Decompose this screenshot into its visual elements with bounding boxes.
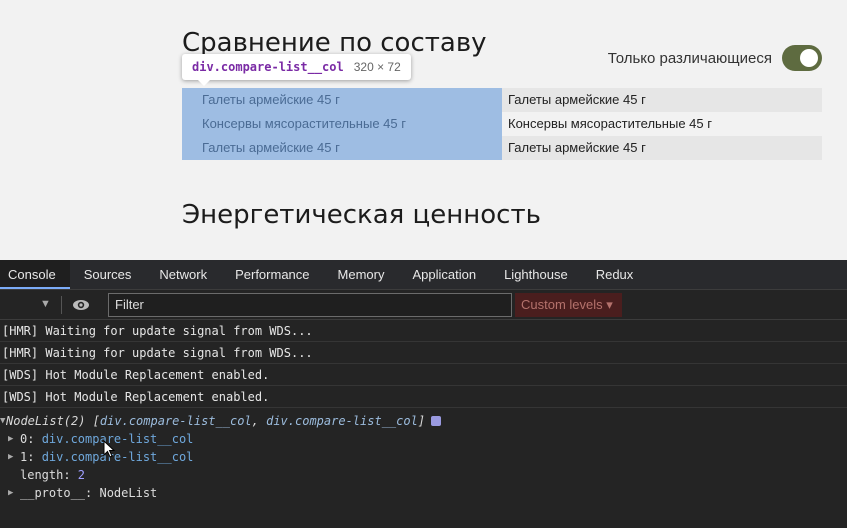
nodelist-length-key: length: <box>20 468 78 482</box>
toggle-knob <box>800 49 818 67</box>
collapsed-triangle-icon[interactable]: ▶ <box>8 430 13 448</box>
nodelist-header[interactable]: ▼ NodeList(2) [div.compare-list__col, di… <box>0 412 847 430</box>
compare-list: Галеты армейские 45 г Галеты армейские 4… <box>182 88 822 160</box>
compare-cell-right: Галеты армейские 45 г <box>502 136 822 160</box>
devtools-panel: Console Sources Network Performance Memo… <box>0 260 847 528</box>
tab-network[interactable]: Network <box>145 260 221 289</box>
nodelist-entry[interactable]: ▶ 0: div.compare-list__col <box>0 430 847 448</box>
console-message: [HMR] Waiting for update signal from WDS… <box>0 320 847 342</box>
nodelist-entry-value[interactable]: div.compare-list__col <box>42 450 194 464</box>
nodelist-entry[interactable]: ▶ 1: div.compare-list__col <box>0 448 847 466</box>
nodelist-proto-key: __proto__: <box>20 486 100 500</box>
compare-row: Консервы мясорастительные 45 г Консервы … <box>182 112 822 136</box>
console-filter-input[interactable]: Filter <box>108 293 512 317</box>
compare-cell-right: Галеты армейские 45 г <box>502 88 822 112</box>
nodelist-head-suffix: ] <box>417 414 426 428</box>
nodelist-entry-key: 1: <box>20 450 42 464</box>
console-message: [HMR] Waiting for update signal from WDS… <box>0 342 847 364</box>
highlight-dimensions: 320 × 72 <box>353 60 401 74</box>
highlight-selector: div.compare-list__col <box>192 60 344 74</box>
compare-cell-right: Консервы мясорастительные 45 г <box>502 112 822 136</box>
tab-application[interactable]: Application <box>398 260 490 289</box>
tab-redux[interactable]: Redux <box>582 260 648 289</box>
live-expression-eye-icon[interactable] <box>72 297 90 313</box>
nodelist-length: length: 2 <box>0 466 847 484</box>
nodelist-head-prefix: NodeList(2) [ <box>6 414 100 428</box>
nodelist-head-item: div.compare-list__col <box>266 414 418 428</box>
console-toolbar: ▼ Filter Custom levels ▾ <box>0 290 847 320</box>
page-viewport: Сравнение по составу Только различающиес… <box>0 0 847 260</box>
info-icon[interactable] <box>431 416 442 426</box>
diff-only-toggle-switch[interactable] <box>782 45 822 71</box>
nodelist-proto[interactable]: ▶ __proto__: NodeList <box>0 484 847 502</box>
devtools-tabbar: Console Sources Network Performance Memo… <box>0 260 847 290</box>
nodelist-length-value: 2 <box>77 468 86 482</box>
console-message: [WDS] Hot Module Replacement enabled. <box>0 386 847 408</box>
nodelist-head-item: div.compare-list__col <box>99 414 252 428</box>
compare-cell-left: Галеты армейские 45 г <box>182 88 502 112</box>
compare-row: Галеты армейские 45 г Галеты армейские 4… <box>182 88 822 112</box>
toolbar-divider <box>61 296 62 314</box>
nodelist-proto-value: NodeList <box>99 486 158 500</box>
mouse-cursor-icon <box>103 440 115 458</box>
compare-cell-left: Галеты армейские 45 г <box>182 136 502 160</box>
nodelist-head-sep: , <box>251 414 267 428</box>
tab-memory[interactable]: Memory <box>324 260 399 289</box>
nodelist-output: ▼ NodeList(2) [div.compare-list__col, di… <box>0 408 847 502</box>
collapsed-triangle-icon[interactable]: ▶ <box>8 448 13 466</box>
compare-cell-left: Консервы мясорастительные 45 г <box>182 112 502 136</box>
diff-only-toggle-group[interactable]: Только различающиеся <box>608 45 822 71</box>
collapsed-triangle-icon[interactable]: ▶ <box>8 484 13 502</box>
tab-sources[interactable]: Sources <box>70 260 146 289</box>
diff-only-toggle-label: Только различающиеся <box>607 49 772 67</box>
expanded-triangle-icon[interactable]: ▼ <box>0 412 5 430</box>
element-highlight-tooltip: div.compare-list__col 320 × 72 <box>182 54 411 86</box>
log-levels-dropdown[interactable]: Custom levels ▾ <box>515 293 622 317</box>
context-dropdown-arrow-icon[interactable]: ▼ <box>40 298 51 310</box>
compare-row: Галеты армейские 45 г Галеты армейские 4… <box>182 136 822 160</box>
tab-lighthouse[interactable]: Lighthouse <box>490 260 582 289</box>
nodelist-entry-value[interactable]: div.compare-list__col <box>42 432 194 446</box>
section-title-energy: Энергетическая ценность <box>182 200 541 230</box>
console-output: [HMR] Waiting for update signal from WDS… <box>0 320 847 502</box>
tab-console[interactable]: Console <box>0 260 70 289</box>
tab-performance[interactable]: Performance <box>221 260 323 289</box>
console-message: [WDS] Hot Module Replacement enabled. <box>0 364 847 386</box>
nodelist-entry-key: 0: <box>20 432 42 446</box>
